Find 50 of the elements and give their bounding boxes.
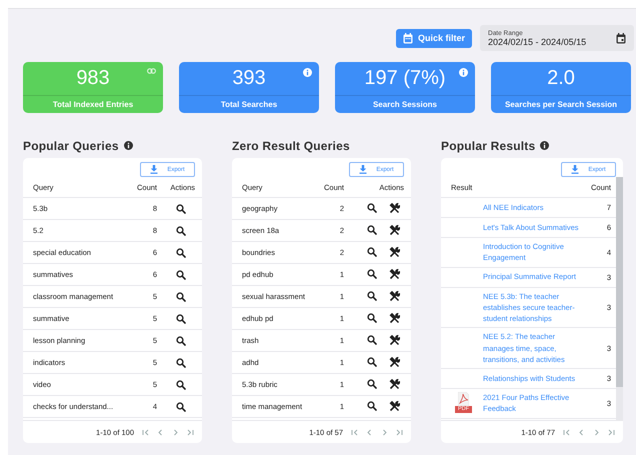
- search-icon[interactable]: [176, 402, 186, 412]
- search-icon[interactable]: [176, 270, 186, 280]
- download-icon: [359, 165, 368, 174]
- panel-title: Zero Result Queries: [232, 138, 350, 152]
- tools-icon[interactable]: [389, 313, 400, 324]
- tools-icon[interactable]: [389, 335, 400, 346]
- search-icon[interactable]: [367, 335, 377, 345]
- search-icon[interactable]: [367, 225, 377, 235]
- search-icon[interactable]: [367, 401, 377, 411]
- search-icon[interactable]: [367, 379, 377, 389]
- panel-title: Popular Results: [441, 138, 536, 152]
- stat-value: 197 (7%): [364, 67, 446, 90]
- search-icon[interactable]: [176, 358, 186, 368]
- stat-label: Total Indexed Entries: [52, 100, 134, 109]
- search-icon[interactable]: [176, 336, 186, 346]
- search-icon[interactable]: [367, 203, 377, 213]
- tools-icon[interactable]: [389, 247, 400, 258]
- calendar-icon: [402, 32, 413, 44]
- download-icon: [150, 165, 158, 174]
- tools-icon[interactable]: [389, 357, 400, 368]
- search-icon[interactable]: [176, 292, 186, 302]
- search-icon[interactable]: [367, 291, 377, 301]
- search-icon[interactable]: [367, 357, 377, 367]
- stat-value: 983: [76, 67, 110, 90]
- search-icon[interactable]: [176, 380, 186, 390]
- search-icon[interactable]: [176, 314, 186, 324]
- info-icon: [303, 68, 312, 77]
- download-icon: [571, 165, 580, 174]
- link-icon: [147, 68, 156, 74]
- tools-icon[interactable]: [389, 379, 400, 390]
- quick-filter-button[interactable]: Quick filter: [396, 28, 472, 48]
- stat-label: Total Searches: [220, 100, 278, 109]
- tools-icon[interactable]: [389, 203, 400, 214]
- stat-value: 2.0: [547, 67, 575, 90]
- calendar-icon[interactable]: [616, 32, 626, 44]
- stat-label: Search Sessions: [372, 100, 438, 109]
- tools-icon[interactable]: [389, 269, 400, 280]
- search-icon[interactable]: [176, 226, 186, 236]
- panel-title: Popular Queries: [23, 138, 119, 152]
- tools-icon[interactable]: [389, 401, 400, 412]
- search-icon[interactable]: [176, 248, 186, 258]
- search-icon[interactable]: [367, 269, 377, 279]
- search-icon[interactable]: [367, 247, 377, 257]
- stat-value: 393: [232, 67, 266, 90]
- search-icon[interactable]: [367, 313, 377, 323]
- tools-icon[interactable]: [389, 225, 400, 236]
- info-icon: [459, 68, 468, 77]
- stat-label: Searches per Search Session: [504, 100, 618, 109]
- tools-icon[interactable]: [389, 291, 400, 302]
- search-icon[interactable]: [176, 204, 186, 214]
